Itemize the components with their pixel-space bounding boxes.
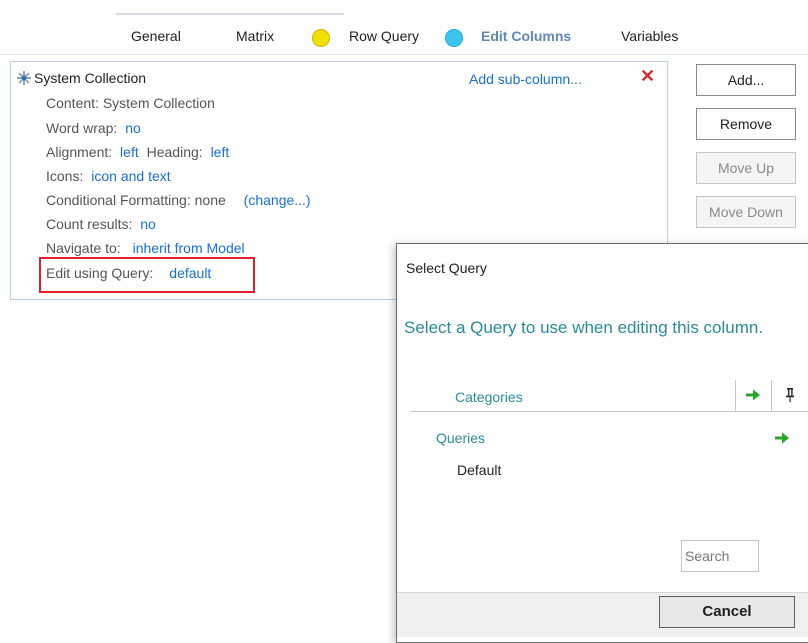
collection-icon xyxy=(17,71,31,85)
categories-expand-button[interactable] xyxy=(735,380,771,411)
tab-row-query[interactable]: Row Query xyxy=(349,28,419,44)
alignment-value[interactable]: left xyxy=(120,144,139,160)
categories-label[interactable]: Categories xyxy=(455,389,523,405)
add-button[interactable]: Add... xyxy=(696,64,796,96)
navigate-to-label: Navigate to: xyxy=(46,240,121,256)
delete-column-icon[interactable]: ✕ xyxy=(640,66,655,87)
count-results-row: Count results: no xyxy=(46,216,156,232)
tabs-divider xyxy=(0,54,808,55)
conditional-formatting-row: Conditional Formatting: none (change...) xyxy=(46,192,311,208)
dialog-title: Select Query xyxy=(406,260,487,276)
content-value: System Collection xyxy=(102,95,215,111)
count-results-value[interactable]: no xyxy=(140,216,156,232)
count-results-label: Count results: xyxy=(46,216,133,232)
conditional-formatting-change-link[interactable]: (change...) xyxy=(244,192,311,208)
navigate-to-value[interactable]: inherit from Model xyxy=(133,240,245,256)
edit-using-query-highlight xyxy=(39,257,255,293)
move-up-button[interactable]: Move Up xyxy=(696,152,796,184)
word-wrap-label: Word wrap: xyxy=(46,120,118,136)
alignment-label: Alignment: xyxy=(46,144,113,160)
dialog-description: Select a Query to use when editing this … xyxy=(404,318,764,337)
tab-strip-indicator xyxy=(116,13,344,15)
move-down-button[interactable]: Move Down xyxy=(696,196,796,228)
pin-button[interactable] xyxy=(771,380,808,411)
queries-expand-icon[interactable] xyxy=(774,431,790,445)
row-query-status-dot xyxy=(312,29,330,47)
content-row: Content: System Collection xyxy=(46,95,215,111)
icons-label: Icons: xyxy=(46,168,84,184)
icons-value[interactable]: icon and text xyxy=(91,168,170,184)
icons-row: Icons: icon and text xyxy=(46,168,171,184)
heading-value[interactable]: left xyxy=(211,144,230,160)
pin-icon xyxy=(786,388,794,403)
green-arrow-icon xyxy=(746,389,760,401)
word-wrap-value[interactable]: no xyxy=(125,120,141,136)
word-wrap-row: Word wrap: no xyxy=(46,120,141,136)
add-sub-column-link[interactable]: Add sub-column... xyxy=(469,71,582,87)
queries-label[interactable]: Queries xyxy=(436,430,485,446)
column-title[interactable]: System Collection xyxy=(34,70,146,86)
tab-general[interactable]: General xyxy=(131,28,181,44)
heading-label: Heading: xyxy=(146,144,203,160)
navigate-to-row: Navigate to: inherit from Model xyxy=(46,240,245,256)
tab-edit-columns[interactable]: Edit Columns xyxy=(481,28,571,44)
content-label: Content: xyxy=(46,95,99,111)
tab-matrix[interactable]: Matrix xyxy=(236,28,274,44)
tab-variables[interactable]: Variables xyxy=(621,28,678,44)
conditional-formatting-label: Conditional Formatting: none xyxy=(46,192,226,208)
cancel-button[interactable]: Cancel xyxy=(659,596,795,628)
search-input[interactable] xyxy=(681,540,759,572)
remove-button[interactable]: Remove xyxy=(696,108,796,140)
edit-columns-status-dot xyxy=(445,29,463,47)
query-list-item[interactable]: Default xyxy=(457,462,501,478)
alignment-row: Alignment: left Heading: left xyxy=(46,144,229,160)
